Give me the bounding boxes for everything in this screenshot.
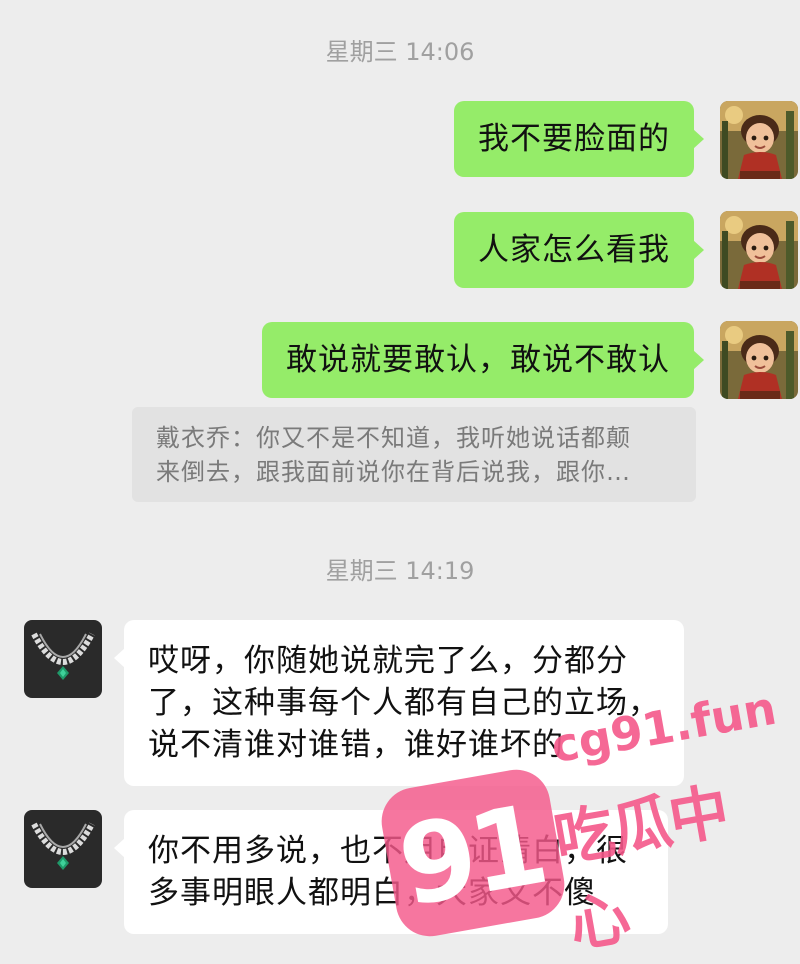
message-text: 人家怎么看我 [478,232,670,268]
message-line: 说不清谁对谁错，谁好谁坏的 [148,727,564,763]
message-line: 你不用多说，也不用自证清白，很 [148,833,628,869]
necklace-icon [24,620,102,698]
message-line: 多事明眼人都明白，大家又不傻 [148,875,596,911]
necklace-icon [24,810,102,888]
quote-line: 来倒去，跟我面前说你在背后说我，跟你… [156,458,631,486]
timestamp: 星期三 14:19 [325,557,475,585]
quoted-message[interactable]: 戴衣乔：你又不是不知道，我听她说话都颠 来倒去，跟我面前说你在背后说我，跟你… [132,407,696,502]
incoming-message[interactable]: 哎呀，你随她说就完了么，分都分 了，这种事每个人都有自己的立场， 说不清谁对谁错… [114,620,684,786]
self-avatar[interactable] [720,211,798,289]
cartoon-boy-icon [720,211,798,289]
contact-avatar[interactable] [24,620,102,698]
self-avatar[interactable] [720,321,798,399]
self-avatar[interactable] [720,101,798,179]
message-line: 了，这种事每个人都有自己的立场， [148,685,660,721]
outgoing-message[interactable]: 人家怎么看我 [454,212,704,288]
quote-line: 戴衣乔：你又不是不知道，我听她说话都颠 [156,424,631,452]
cartoon-boy-icon [720,321,798,399]
message-text: 敢说就要敢认，敢说不敢认 [286,342,670,378]
outgoing-message[interactable]: 我不要脸面的 [454,101,704,177]
message-text: 我不要脸面的 [478,121,670,157]
message-line: 哎呀，你随她说就完了么，分都分 [148,643,628,679]
incoming-message[interactable]: 你不用多说，也不用自证清白，很 多事明眼人都明白，大家又不傻 [114,810,668,934]
contact-avatar[interactable] [24,810,102,888]
timestamp: 星期三 14:06 [325,38,475,66]
outgoing-message[interactable]: 敢说就要敢认，敢说不敢认 [262,322,704,398]
cartoon-boy-icon [720,101,798,179]
